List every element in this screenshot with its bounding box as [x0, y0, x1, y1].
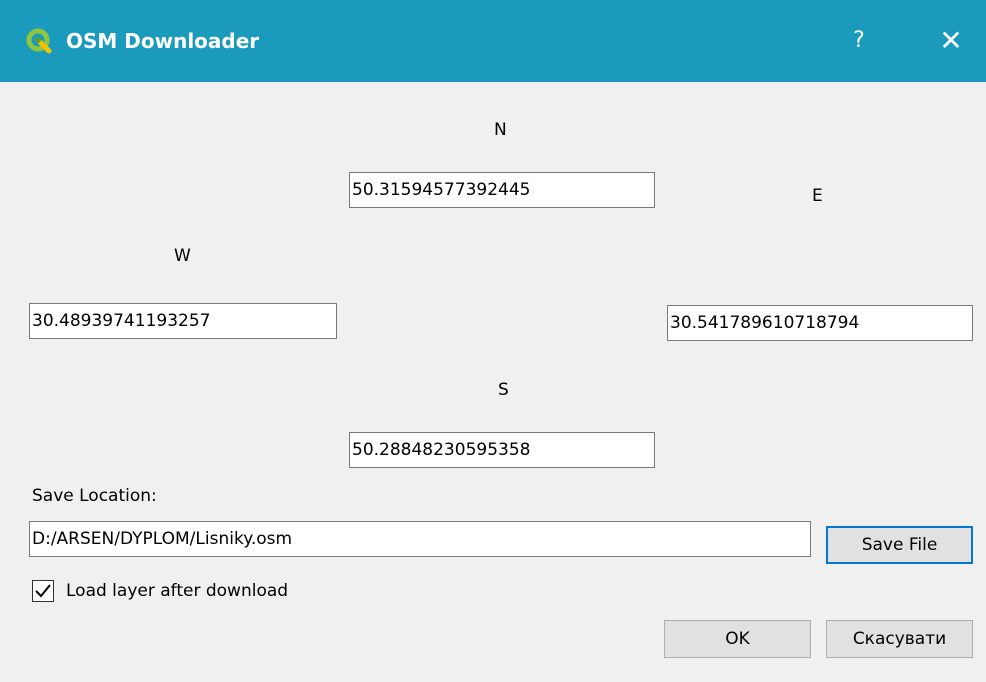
help-icon[interactable]: ? [836, 18, 882, 64]
load-layer-label[interactable]: Load layer after download [66, 581, 288, 601]
west-label: W [174, 246, 191, 266]
qgis-logo-icon [26, 28, 52, 54]
window-title: OSM Downloader [66, 29, 260, 53]
title-bar[interactable]: OSM Downloader ? ✕ [0, 0, 986, 82]
north-label: N [494, 120, 507, 140]
east-input[interactable]: 30.541789610718794 [667, 305, 973, 341]
ok-button[interactable]: OK [664, 620, 811, 658]
save-location-label: Save Location: [32, 486, 157, 506]
close-icon[interactable]: ✕ [928, 18, 974, 64]
west-input[interactable]: 30.48939741193257 [29, 303, 337, 339]
east-label: E [812, 186, 823, 206]
cancel-button[interactable]: Скасувати [826, 620, 973, 658]
save-file-button[interactable]: Save File [826, 526, 973, 564]
osm-downloader-dialog: OSM Downloader ? ✕ N 50.31594577392445 E… [0, 0, 986, 682]
south-label: S [498, 380, 509, 400]
load-layer-checkbox[interactable] [32, 580, 54, 602]
check-icon [35, 584, 51, 598]
north-input[interactable]: 50.31594577392445 [349, 172, 655, 208]
save-path-input[interactable]: D:/ARSEN/DYPLOM/Lisniky.osm [29, 521, 811, 557]
south-input[interactable]: 50.28848230595358 [349, 432, 655, 468]
